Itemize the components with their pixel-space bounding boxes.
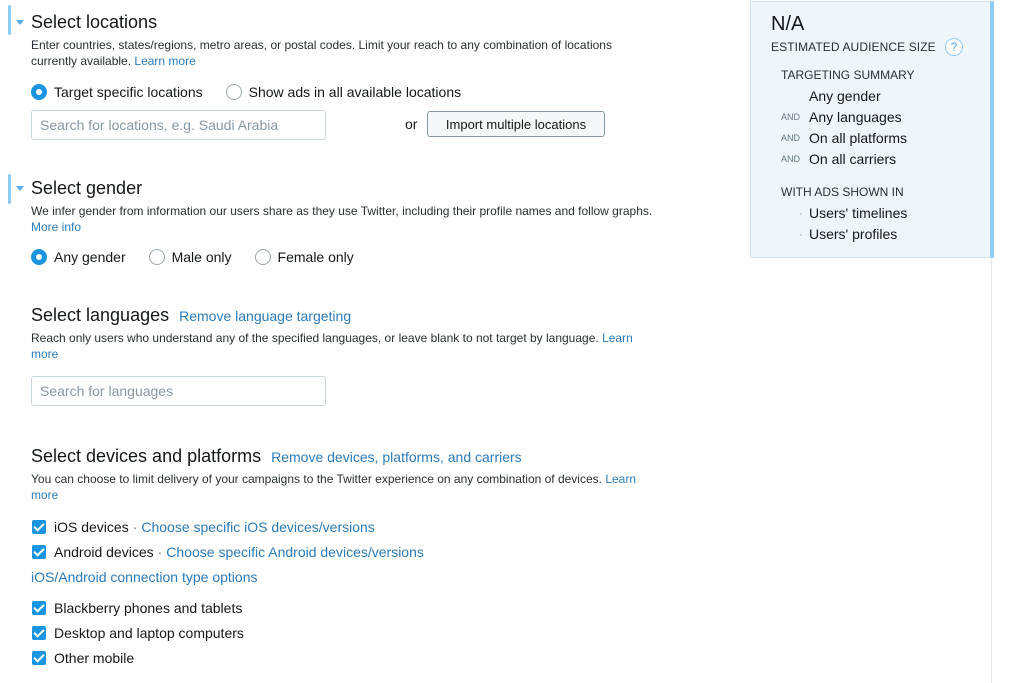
summary-item: AND Any languages [781, 109, 902, 125]
radio-male-only[interactable]: Male only [148, 249, 232, 265]
android-devices-row: Android devices · Choose specific Androi… [32, 544, 424, 560]
gender-description: We infer gender from information our use… [31, 204, 653, 234]
choose-android-devices-link[interactable]: Choose specific Android devices/versions [166, 544, 424, 560]
locations-description: Enter countries, states/regions, metro a… [31, 38, 612, 68]
collapse-caret-icon[interactable] [16, 186, 24, 191]
radio-target-specific-locations[interactable]: Target specific locations [31, 84, 203, 100]
android-devices-checkbox[interactable] [32, 545, 46, 559]
ads-shown-header: WITH ADS SHOWN IN [781, 185, 904, 199]
radio-checked-icon[interactable] [31, 249, 47, 265]
other-mobile-row: Other mobile [32, 650, 134, 666]
desktop-checkbox[interactable] [32, 626, 46, 640]
desktop-row: Desktop and laptop computers [32, 625, 244, 641]
radio-show-all-locations[interactable]: Show ads in all available locations [225, 84, 461, 100]
devices-description: You can choose to limit delivery of your… [31, 472, 637, 502]
radio-checked-icon[interactable] [31, 84, 47, 100]
languages-title: Select languages [31, 305, 170, 325]
remove-devices-link[interactable]: Remove devices, platforms, and carriers [271, 449, 522, 465]
choose-ios-devices-link[interactable]: Choose specific iOS devices/versions [141, 519, 374, 535]
devices-title: Select devices and platforms [31, 446, 262, 466]
placement-item: · Users' timelines [799, 205, 908, 221]
placement-item: · Users' profiles [799, 226, 898, 242]
summary-item: AND On all carriers [781, 151, 897, 167]
estimated-audience-label: ESTIMATED AUDIENCE SIZE [771, 40, 936, 54]
radio-unchecked-icon[interactable] [148, 249, 165, 265]
gender-more-info-link[interactable]: More info [31, 220, 81, 234]
language-search-input[interactable] [31, 376, 326, 406]
remove-language-targeting-link[interactable]: Remove language targeting [179, 308, 351, 324]
targeting-summary-header: TARGETING SUMMARY [781, 68, 915, 82]
summary-item: Any gender [809, 88, 881, 104]
section-indicator [8, 174, 11, 204]
or-label: or [405, 116, 418, 132]
radio-any-gender[interactable]: Any gender [31, 249, 126, 265]
audience-size-value: N/A [771, 13, 805, 35]
radio-female-only[interactable]: Female only [254, 249, 354, 265]
help-icon[interactable]: ? [945, 38, 963, 56]
languages-section: Select languages Remove language targetin… [31, 305, 661, 362]
blackberry-checkbox[interactable] [32, 601, 46, 615]
locations-radio-group: Target specific locations Show ads in al… [31, 84, 484, 100]
radio-unchecked-icon[interactable] [254, 249, 271, 265]
languages-description: Reach only users who understand any of t… [31, 331, 633, 361]
import-multiple-locations-button[interactable]: Import multiple locations [427, 111, 605, 137]
summary-item: AND On all platforms [781, 130, 908, 146]
gender-section: Select gender We infer gender from infor… [31, 178, 661, 235]
connection-type-options-link[interactable]: iOS/Android connection type options [31, 569, 257, 585]
radio-unchecked-icon[interactable] [225, 84, 242, 100]
devices-section: Select devices and platforms Remove devic… [31, 446, 661, 503]
blackberry-row: Blackberry phones and tablets [32, 600, 242, 616]
locations-learn-more-link[interactable]: Learn more [134, 54, 195, 68]
location-search-input[interactable] [31, 110, 326, 140]
ios-devices-checkbox[interactable] [32, 520, 46, 534]
section-indicator [8, 5, 11, 35]
targeting-summary-panel: N/A ESTIMATED AUDIENCE SIZE ? TARGETING … [750, 1, 994, 258]
gender-title: Select gender [31, 178, 143, 198]
gender-radio-group: Any gender Male only Female only [31, 249, 377, 265]
locations-title: Select locations [31, 12, 158, 32]
locations-section: Select locations Enter countries, states… [31, 12, 661, 69]
collapse-caret-icon[interactable] [16, 20, 24, 25]
ios-devices-row: iOS devices · Choose specific iOS device… [32, 519, 375, 535]
other-mobile-checkbox[interactable] [32, 651, 46, 665]
